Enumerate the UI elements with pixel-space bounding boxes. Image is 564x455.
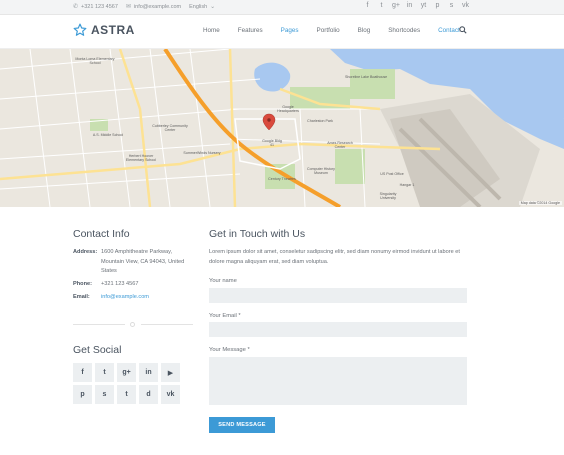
logo[interactable]: ASTRA [73, 23, 135, 37]
linkedin-icon[interactable]: in [406, 2, 413, 9]
email-link[interactable]: info@example.com [101, 293, 193, 303]
googleplus-button[interactable]: g+ [117, 363, 136, 382]
name-label: Your name [209, 278, 237, 284]
logo-text: ASTRA [91, 23, 135, 37]
top-socials: f t g+ in yt p s vk [364, 2, 469, 9]
top-bar: ✆ +321 123 4567 ✉ info@example.com Engli… [0, 0, 564, 15]
form-intro: Lorem ipsum dolor sit amet, conseletur s… [209, 249, 460, 265]
skype-button[interactable]: s [95, 385, 114, 404]
twitter-icon[interactable]: t [378, 2, 385, 9]
vk-button[interactable]: vk [161, 385, 180, 404]
search-icon[interactable] [459, 26, 467, 36]
address-row: Address: 1600 Amphitheatre Parkway, Moun… [73, 248, 193, 277]
map-label: US Post Office [380, 172, 404, 176]
phone-label: Phone: [73, 281, 92, 287]
star-logo-icon [73, 23, 87, 36]
language-text[interactable]: English [189, 4, 207, 10]
email-label: Email: [73, 294, 90, 300]
email-input[interactable] [209, 322, 467, 337]
send-message-button[interactable]: SEND MESSAGE [209, 417, 275, 433]
map-label: Cubberley Community Center [152, 124, 188, 132]
skype-icon[interactable]: s [448, 2, 455, 9]
top-bar-contacts: ✆ +321 123 4567 ✉ info@example.com Engli… [73, 3, 216, 11]
mail-icon: ✉ [125, 4, 131, 10]
chevron-down-icon: ⌄ [210, 4, 216, 10]
map-label: SummerWinds Nursery [183, 151, 221, 155]
nav-pages[interactable]: Pages [281, 27, 299, 34]
address-label: Address: [73, 249, 98, 255]
map-label: A.S. Middle School [92, 133, 124, 137]
pinterest-icon[interactable]: p [434, 2, 441, 9]
map-label: Singularity University [379, 192, 397, 200]
location-map[interactable]: Shoreline Lake Boathouse Monta Loma Elem… [0, 49, 564, 207]
youtube-icon[interactable]: yt [420, 2, 427, 9]
map-credit: Map data ©2014 Google [518, 201, 562, 205]
site-header: ASTRA Home Features Pages Portfolio Blog… [0, 15, 564, 49]
phone-icon: ✆ [73, 4, 79, 10]
map-label: Ames Research Center [327, 141, 353, 149]
form-title: Get in Touch with Us [209, 228, 306, 240]
vk-icon[interactable]: vk [462, 2, 469, 9]
message-label: Your Message * [209, 347, 250, 353]
name-input[interactable] [209, 288, 467, 303]
pinterest-button[interactable]: p [73, 385, 92, 404]
map-label: Shoreline Lake Boathouse [345, 75, 388, 79]
map-label: Herbert Hoover Elementary School [125, 154, 157, 162]
phone-value: +321 123 4567 [101, 281, 139, 287]
nav-contact[interactable]: Contact [438, 27, 460, 34]
email-row: Email: info@example.com [73, 293, 193, 303]
nav-features[interactable]: Features [238, 27, 263, 34]
nav-shortcodes[interactable]: Shortcodes [388, 27, 420, 34]
map-label: Google Headquarters [277, 105, 299, 113]
map-label: Hangar 1 [399, 183, 415, 187]
map-label: Monta Loma Elementary School [75, 57, 115, 65]
phone-row: Phone: +321 123 4567 [73, 280, 193, 290]
map-label: Charleston Park [307, 119, 333, 123]
facebook-button[interactable]: f [73, 363, 92, 382]
get-social-title: Get Social [73, 344, 122, 356]
map-label: Century Theatres [268, 177, 296, 181]
address-value: 1600 Amphitheatre Parkway, Mountain View… [101, 249, 185, 274]
map-marker-icon [262, 113, 276, 131]
section-divider [73, 322, 193, 327]
top-phone-text: +321 123 4567 [81, 3, 118, 10]
language-selector[interactable]: English ⌄ [189, 3, 216, 11]
map-label: Computer History Museum [307, 167, 335, 175]
facebook-icon[interactable]: f [364, 2, 371, 9]
top-email[interactable]: ✉ info@example.com [125, 3, 181, 11]
dribbble-button[interactable]: d [139, 385, 158, 404]
social-buttons: f t g+ in ▶ p s t d vk [73, 363, 180, 404]
youtube-button[interactable]: ▶ [161, 363, 180, 382]
map-label: Google Bldg 41 [262, 139, 282, 147]
twitter-button[interactable]: t [95, 363, 114, 382]
message-textarea[interactable] [209, 357, 467, 405]
main-nav: Home Features Pages Portfolio Blog Short… [203, 26, 478, 36]
nav-home[interactable]: Home [203, 27, 220, 34]
top-email-text[interactable]: info@example.com [134, 4, 181, 10]
nav-blog[interactable]: Blog [358, 27, 371, 34]
tumblr-button[interactable]: t [117, 385, 136, 404]
email-label-form: Your Email * [209, 313, 241, 319]
map-canvas[interactable] [0, 49, 564, 207]
googleplus-icon[interactable]: g+ [392, 2, 400, 9]
contact-info-title: Contact Info [73, 228, 130, 240]
nav-portfolio[interactable]: Portfolio [317, 27, 340, 34]
top-phone: ✆ +321 123 4567 [73, 3, 118, 11]
linkedin-button[interactable]: in [139, 363, 158, 382]
